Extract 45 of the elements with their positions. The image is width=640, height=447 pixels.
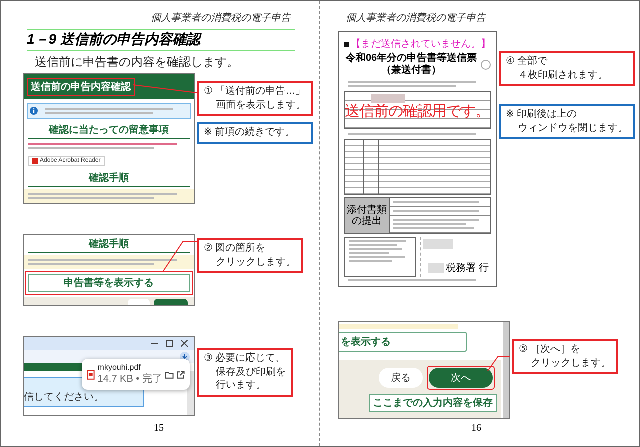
- file-status: 14.7 KB • 完了: [98, 372, 162, 386]
- form-title: 令和06年分の申告書等送信票（兼送付書）: [344, 53, 478, 77]
- back-button[interactable]: 戻る: [379, 368, 423, 388]
- section-title: 1－9 送信前の申告内容確認: [27, 29, 295, 51]
- confirmation-overlay-text: 送信前の確認用です。: [345, 102, 490, 121]
- callout-note: ② 図の箇所を クリックします。: [197, 238, 303, 273]
- folder-icon[interactable]: [165, 370, 174, 378]
- callout-note: ⑤ ［次へ］を クリックします。: [512, 339, 618, 374]
- section-heading: 確認に当たっての留意事項: [28, 123, 190, 139]
- page-number: 15: [154, 423, 164, 436]
- file-name[interactable]: mkyouhi.pdf: [98, 363, 162, 372]
- info-icon: [30, 107, 38, 115]
- square-bullet-icon: [344, 42, 349, 46]
- info-message: 信してください。: [24, 391, 104, 404]
- show-document-button[interactable]: 申告書等を表示する: [28, 274, 190, 292]
- redacted-block: [428, 263, 444, 273]
- section-heading: 確認手順: [28, 171, 190, 187]
- redacted-block: [423, 239, 453, 249]
- addressee: 税務署 行: [446, 262, 489, 275]
- leader-line: [132, 84, 198, 94]
- not-sent-notice: 【まだ送信されていません。】: [351, 38, 491, 51]
- intro-text: 送信前に申告書の内容を確認します。: [35, 54, 240, 71]
- next-button[interactable]: 次へ: [429, 368, 493, 388]
- save-progress-button[interactable]: ここまでの入力内容を保存: [369, 394, 497, 412]
- close-icon[interactable]: [181, 340, 188, 347]
- stamp-icon: [481, 60, 491, 70]
- show-document-button[interactable]: を表示する: [339, 332, 467, 352]
- callout-note: ① 「送付前の申告…」 画面を表示します。: [197, 81, 313, 116]
- attachments-label: 添付書類の提出: [345, 198, 390, 233]
- running-header: 個人事業者の消費税の電子申告: [346, 12, 486, 25]
- callout-note: ④ 全部で ４枚印刷されます。: [499, 51, 635, 86]
- callout-note: ※ 前項の続きです。: [197, 122, 313, 144]
- page-number: 16: [472, 423, 482, 436]
- scrollbar[interactable]: [503, 322, 509, 418]
- callout-note: ③ 必要に応じて、 保存及び印刷を 行います。: [197, 348, 293, 396]
- callout-note: ※ 印刷後は上の ウィンドウを閉じます。: [499, 104, 635, 139]
- section-heading: 確認手順: [28, 237, 190, 253]
- page-title: 送信前の申告内容確認: [27, 78, 135, 96]
- open-external-icon[interactable]: [177, 370, 185, 378]
- redacted-block: [371, 94, 405, 103]
- running-header: 個人事業者の消費税の電子申告: [151, 12, 291, 25]
- maximize-icon[interactable]: [166, 340, 173, 347]
- pdf-file-icon: [87, 370, 95, 380]
- document-icon: [32, 158, 38, 164]
- minimize-icon[interactable]: [151, 340, 158, 347]
